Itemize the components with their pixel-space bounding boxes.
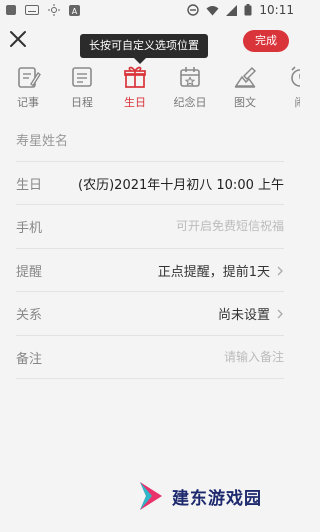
notification-square-icon xyxy=(6,5,16,15)
tab-note[interactable]: 记事 xyxy=(6,62,50,112)
chevron-right-icon xyxy=(277,309,283,319)
reminder-label: 提醒 xyxy=(16,264,43,280)
done-button[interactable]: 完成 xyxy=(243,30,289,52)
status-time: 10:11 xyxy=(259,3,294,17)
category-tabs: 记事 日程 生日 纪念日 图文 xyxy=(0,62,300,112)
note-field[interactable]: 请输入备注 xyxy=(224,348,284,365)
header: 长按可自定义选项位置 完成 xyxy=(0,22,300,64)
relation-label: 关系 xyxy=(16,308,43,323)
brightness-icon xyxy=(48,4,60,16)
image-text-icon xyxy=(234,66,257,88)
watermark: 建东游戏园 xyxy=(136,480,262,512)
reminder-row[interactable]: 提醒 正点提醒，提前1天 xyxy=(16,249,284,292)
alarm-icon xyxy=(291,66,300,87)
birthday-value[interactable]: (农历)2021年十月初八 10:00 上午 xyxy=(78,174,284,193)
name-row[interactable]: 寿星姓名 xyxy=(16,118,284,162)
note-label: 备注 xyxy=(16,351,43,367)
watermark-text: 建东游戏园 xyxy=(172,488,262,509)
relation-value[interactable]: 尚未设置 xyxy=(218,304,270,323)
wifi-icon xyxy=(206,5,219,15)
tab-birthday-label: 生日 xyxy=(124,96,146,109)
tab-schedule-label: 日程 xyxy=(71,96,93,109)
tab-birthday[interactable]: 生日 xyxy=(113,62,157,112)
tab-image-text-label: 图文 xyxy=(234,96,256,109)
tab-anniversary[interactable]: 纪念日 xyxy=(168,62,212,112)
relation-row[interactable]: 关系 尚未设置 xyxy=(16,292,284,336)
birthday-label: 生日 xyxy=(16,177,43,193)
close-icon xyxy=(10,31,26,47)
gift-icon xyxy=(124,66,146,88)
anniversary-calendar-icon xyxy=(180,67,200,87)
status-right: 10:11 xyxy=(187,3,294,17)
name-field[interactable]: 寿星姓名 xyxy=(16,130,68,149)
chevron-right-icon xyxy=(277,266,283,275)
svg-text:A: A xyxy=(72,7,78,16)
close-button[interactable] xyxy=(7,28,29,50)
status-bar: A 10:11 xyxy=(0,0,300,20)
signal-icon xyxy=(226,4,238,16)
phone-row[interactable]: 手机 可开启免费短信祝福 xyxy=(16,205,284,249)
tab-schedule[interactable]: 日程 xyxy=(60,62,104,112)
keyboard-icon xyxy=(25,5,39,15)
schedule-icon xyxy=(72,67,92,87)
app-a-icon: A xyxy=(69,4,80,16)
phone-field[interactable]: 可开启免费短信祝福 xyxy=(176,217,284,234)
watermark-logo-icon xyxy=(140,482,162,510)
note-row[interactable]: 备注 请输入备注 xyxy=(16,336,284,379)
reminder-value[interactable]: 正点提醒，提前1天 xyxy=(158,261,270,280)
birthday-row[interactable]: 生日 (农历)2021年十月初八 10:00 上午 xyxy=(16,162,284,205)
tab-note-label: 记事 xyxy=(17,96,39,109)
battery-icon xyxy=(244,4,252,16)
birthday-edit-screen: A 10:11 长按可自定义选项位置 完成 记事 日程 生日 纪念日 图文 寿星… xyxy=(0,0,300,532)
tab-alarm-label: 闹 xyxy=(278,94,301,110)
birthday-form: 寿星姓名 生日 (农历)2021年十月初八 10:00 上午 手机 可开启免费短… xyxy=(0,118,300,379)
tab-image-text[interactable]: 图文 xyxy=(223,62,267,112)
tab-anniversary-label: 纪念日 xyxy=(173,96,207,109)
tab-alarm[interactable]: 闹 xyxy=(278,62,300,112)
dnd-icon xyxy=(187,4,200,16)
phone-label: 手机 xyxy=(16,221,43,236)
status-left: A xyxy=(6,4,80,16)
note-icon xyxy=(18,67,41,88)
reorder-tooltip: 长按可自定义选项位置 xyxy=(80,34,208,64)
